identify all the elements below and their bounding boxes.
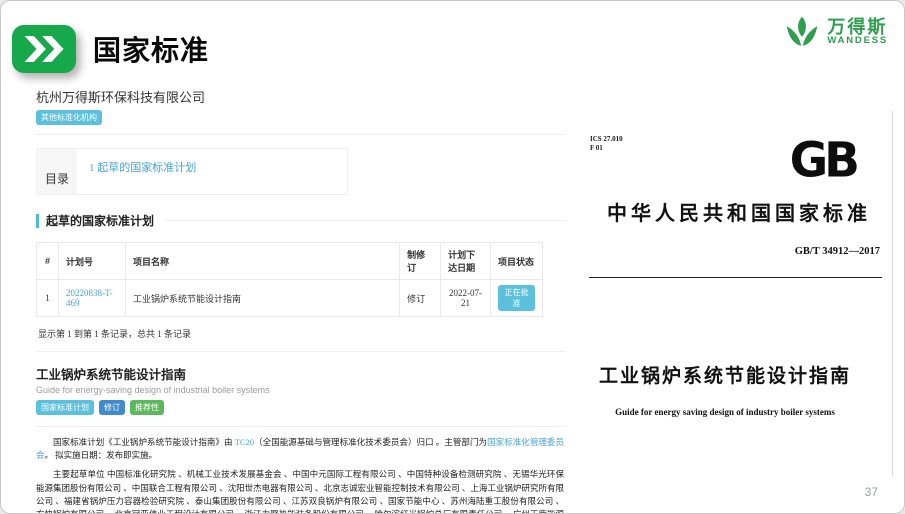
standard-number: GB/T 34912—2017: [795, 246, 880, 257]
standard-title-cn: 工业锅炉系统节能设计指南: [36, 364, 566, 383]
text-segment: 国家标准计划《工业锅炉系统节能设计指南》由: [53, 437, 235, 447]
toc-label: 目录: [37, 149, 77, 194]
cover-rule: [589, 277, 882, 278]
badge-revision: 修订: [99, 400, 125, 415]
status-badge: 正在批准: [498, 285, 535, 311]
cell-project-name: 工业锅炉系统节能设计指南: [125, 280, 399, 317]
paragraph-overview: 国家标准计划《工业锅炉系统节能设计指南》由 TC20（全国能源基础与管理标准化技…: [36, 436, 564, 462]
table-row: 1 20220838-T-469 工业锅炉系统节能设计指南 修订 2022-07…: [37, 280, 543, 317]
standard-plan-table: # 计划号 项目名称 制修订 计划下达日期 项目状态 1 20220838-T-…: [36, 242, 543, 317]
article-paragraphs: 国家标准计划《工业锅炉系统节能设计指南》由 TC20（全国能源基础与管理标准化技…: [36, 436, 564, 514]
cell-index: 1: [37, 280, 59, 317]
logo-text-cn: 万得斯: [827, 18, 888, 37]
cover-standard-title-cn: 工业锅炉系统节能设计指南: [572, 361, 878, 388]
section-header: 起草的国家标准计划: [36, 212, 566, 229]
col-plan-no: 计划号: [58, 243, 125, 280]
company-type-badge: 其他标准化机构: [36, 110, 102, 125]
standard-title-en: Guide for energy-saving design of indust…: [36, 385, 566, 395]
page-number: 37: [865, 485, 878, 499]
ics-codes: ICS 27.010 F 01: [590, 135, 623, 153]
gb-standard-cover: ICS 27.010 F 01 GB 中华人民共和国国家标准 GB/T 3491…: [586, 111, 893, 476]
toc-box: 目录 1 起草的国家标准计划: [36, 148, 348, 195]
section-rule: [164, 220, 566, 221]
ics-code: ICS 27.010: [590, 135, 623, 144]
badge-recommended: 推荐性: [130, 400, 164, 415]
cell-revision: 修订: [400, 280, 441, 317]
logo-text-en: WANDESS: [827, 36, 888, 46]
cell-date: 2022-07-21: [441, 280, 491, 317]
wandess-logo: 万得斯 WANDESS: [783, 13, 888, 51]
webpage-screenshot: 杭州万得斯环保科技有限公司 其他标准化机构 目录 1 起草的国家标准计划 起草的…: [36, 87, 566, 514]
text-segment: 。 拟实施日期：发布即实施。: [45, 450, 158, 460]
gb-logo: GB: [790, 137, 856, 185]
col-revision: 制修订: [400, 243, 441, 280]
badge-national-plan: 国家标准计划: [36, 400, 94, 415]
plan-no-link[interactable]: 20220838-T-469: [66, 288, 113, 308]
col-date: 计划下达日期: [441, 243, 491, 280]
paragraph-drafting-units: 主要起草单位 中国标准化研究院 、机械工业技术发展基金会 、中国中元国际工程有限…: [36, 468, 564, 514]
chevrons-glyph: [23, 36, 65, 62]
company-name: 杭州万得斯环保科技有限公司: [36, 87, 566, 106]
wandess-plant-icon: [783, 13, 821, 51]
table-header-row: # 计划号 项目名称 制修订 计划下达日期 项目状态: [37, 243, 543, 280]
section-title: 起草的国家标准计划: [46, 212, 154, 229]
text-segment: 主要起草单位 中国标准化研究院 、机械工业技术发展基金会 、中国中元国际工程有限…: [36, 469, 564, 514]
double-chevron-icon: [12, 25, 76, 73]
standard-article: 工业锅炉系统节能设计指南 Guide for energy-saving des…: [36, 364, 566, 427]
slide-stage: 国家标准 万得斯 WANDESS 杭州万得斯环保科技有限公司 其他标准化机构 目…: [0, 0, 905, 514]
divider: [36, 426, 566, 427]
col-status: 项目状态: [491, 243, 543, 280]
col-project-name: 项目名称: [125, 243, 399, 280]
divider: [36, 351, 566, 352]
col-index: #: [37, 243, 59, 280]
toc-link-drafted-plans[interactable]: 1 起草的国家标准计划: [89, 162, 196, 174]
tc20-link[interactable]: TC20: [235, 437, 254, 447]
divider: [36, 134, 566, 135]
slide: 国家标准 万得斯 WANDESS 杭州万得斯环保科技有限公司 其他标准化机构 目…: [0, 0, 905, 514]
text-segment: （全国能源基础与管理标准化技术委员会）归口 。主管部门为: [254, 437, 487, 447]
table-record-count: 显示第 1 到第 1 条记录，总共 1 条记录: [38, 327, 566, 340]
f-code: F 01: [590, 144, 623, 153]
standard-badges: 国家标准计划 修订 推荐性: [36, 400, 566, 415]
page-title: 国家标准: [93, 29, 209, 69]
cover-standard-title-en: Guide for energy saving design of indust…: [572, 407, 878, 417]
cover-main-title: 中华人民共和国国家标准: [586, 197, 892, 226]
section-accent-bar: [36, 214, 39, 228]
